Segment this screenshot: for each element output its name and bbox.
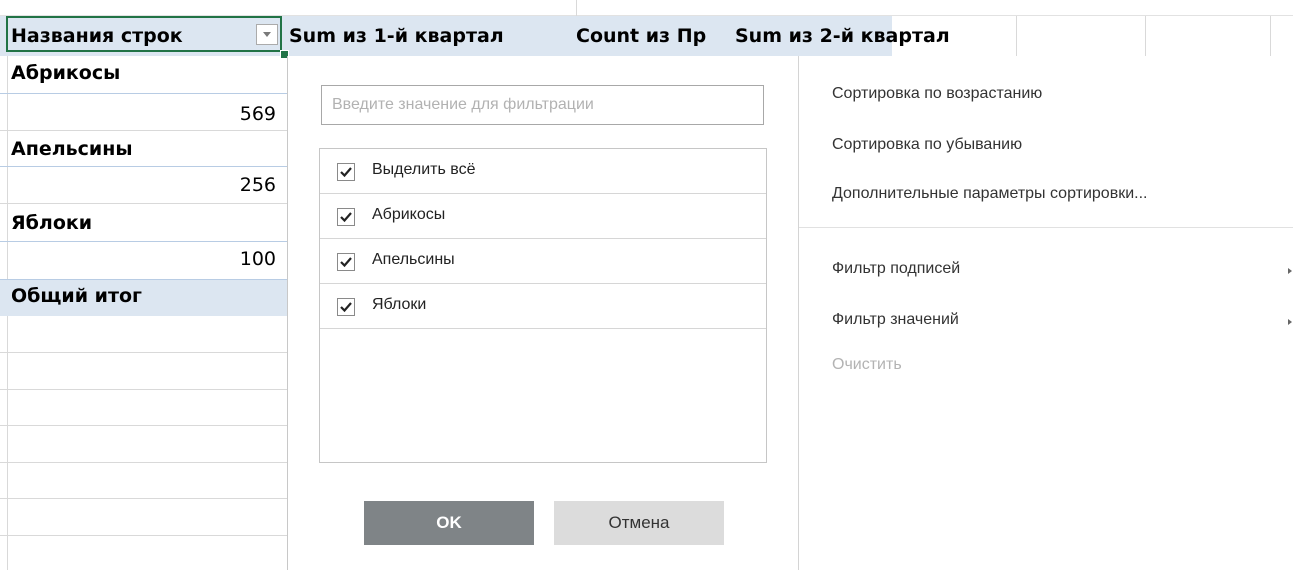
header-sum-q2: Sum из 2-й квартал (735, 25, 950, 47)
menu-label-filter[interactable]: Фильтр подписей (832, 260, 960, 278)
grid-line (1145, 16, 1146, 56)
active-cell-border (6, 16, 282, 52)
filter-values-list: Выделить всё Абрикосы Апельсины Яблоки (319, 148, 767, 463)
checkbox-checked-icon[interactable] (337, 208, 355, 226)
filter-popup: Выделить всё Абрикосы Апельсины Яблоки O… (287, 56, 1293, 570)
list-item-label: Апельсины (372, 251, 455, 268)
list-item-oranges[interactable]: Апельсины (320, 239, 766, 284)
popup-divider (798, 56, 799, 570)
list-item-label: Абрикосы (372, 206, 446, 223)
grid-line (576, 0, 577, 16)
header-sum-q1: Sum из 1-й квартал (289, 25, 504, 47)
grid-line (0, 130, 290, 131)
grid-line (0, 279, 290, 280)
header-count-pr: Count из Пр (576, 25, 707, 47)
grid-line (0, 425, 290, 426)
grid-line (0, 166, 290, 167)
grid-line (0, 241, 290, 242)
list-item-apples[interactable]: Яблоки (320, 284, 766, 329)
submenu-arrow-icon (1288, 268, 1292, 274)
row-label-apricots[interactable]: Абрикосы (11, 62, 120, 84)
row-label-oranges[interactable]: Апельсины (11, 138, 133, 160)
filter-search-input[interactable] (321, 85, 764, 125)
value-apples[interactable]: 100 (196, 248, 276, 270)
grid-line (0, 203, 290, 204)
grid-line (0, 462, 290, 463)
grand-total-label[interactable]: Общий итог (11, 285, 142, 307)
menu-clear-filter: Очистить (832, 356, 902, 373)
menu-separator (799, 227, 1293, 228)
empty-header-cells (892, 16, 1293, 56)
checkbox-checked-icon[interactable] (337, 253, 355, 271)
checkbox-checked-icon[interactable] (337, 298, 355, 316)
cancel-button[interactable]: Отмена (554, 501, 724, 545)
grid-line (0, 93, 290, 94)
submenu-arrow-icon (1288, 319, 1292, 325)
checkbox-checked-icon[interactable] (337, 163, 355, 181)
grid-line (0, 535, 290, 536)
list-item-select-all[interactable]: Выделить всё (320, 149, 766, 194)
grid-line (0, 389, 290, 390)
list-item-apricots[interactable]: Абрикосы (320, 194, 766, 239)
menu-sort-more-options[interactable]: Дополнительные параметры сортировки... (832, 185, 1147, 203)
row-label-apples[interactable]: Яблоки (11, 212, 92, 234)
grid-line (1016, 16, 1017, 56)
value-oranges[interactable]: 256 (196, 174, 276, 196)
grid-line (0, 498, 290, 499)
ok-button[interactable]: OK (364, 501, 534, 545)
menu-value-filter[interactable]: Фильтр значений (832, 311, 959, 329)
list-item-label: Яблоки (372, 296, 427, 313)
menu-sort-descending[interactable]: Сортировка по убыванию (832, 136, 1022, 154)
list-item-label: Выделить всё (372, 161, 476, 178)
grid-line (1270, 16, 1271, 56)
menu-sort-ascending[interactable]: Сортировка по возрастанию (832, 85, 1042, 103)
value-apricots[interactable]: 569 (196, 103, 276, 125)
grid-line (0, 352, 290, 353)
